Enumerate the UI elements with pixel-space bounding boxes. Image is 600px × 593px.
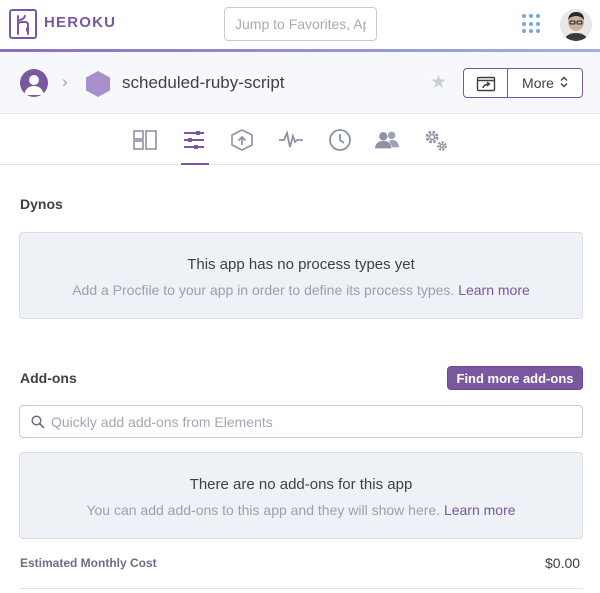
app-hexagon-icon <box>85 70 111 103</box>
tab-metrics[interactable] <box>278 128 304 152</box>
addons-empty-sub-text: You can add add-ons to this app and they… <box>86 502 441 518</box>
search-icon <box>31 415 45 429</box>
dynos-empty-description: Add a Procfile to your app in order to d… <box>20 282 582 298</box>
activity-clock-icon <box>329 129 351 151</box>
tab-settings[interactable] <box>423 128 449 152</box>
addons-empty-description: You can add add-ons to this app and they… <box>20 502 582 518</box>
top-navbar: HEROKU <box>0 0 600 52</box>
addons-empty-headline: There are no add-ons for this app <box>189 476 413 493</box>
heroku-logo-icon[interactable] <box>9 9 37 39</box>
addon-search-field <box>19 405 583 438</box>
tab-access[interactable] <box>374 128 400 152</box>
deploy-icon <box>231 129 253 151</box>
active-tab-indicator <box>181 163 209 165</box>
divider <box>19 588 583 589</box>
tab-activity[interactable] <box>327 128 353 152</box>
settings-gears-icon <box>425 130 447 151</box>
brand-name[interactable]: HEROKU <box>44 14 116 31</box>
app-tabs <box>0 114 600 165</box>
dynos-empty-headline: This app has no process types yet <box>187 256 415 273</box>
access-users-icon <box>374 131 400 149</box>
favorite-star-icon[interactable]: ★ <box>430 71 447 94</box>
tab-overview[interactable] <box>132 128 158 152</box>
addon-search-input[interactable] <box>51 406 571 437</box>
breadcrumb-chevron-icon: › <box>62 72 68 91</box>
more-label: More <box>522 75 554 91</box>
find-more-addons-button[interactable]: Find more add-ons <box>447 366 583 390</box>
dynos-empty-sub-text: Add a Procfile to your app in order to d… <box>72 282 455 298</box>
chevron-updown-icon <box>560 76 568 91</box>
dynos-section-title: Dynos <box>20 196 63 212</box>
jump-to-search-input[interactable] <box>224 7 377 41</box>
addons-empty-state: There are no add-ons for this app You ca… <box>19 452 583 539</box>
estimated-monthly-cost-label: Estimated Monthly Cost <box>20 556 157 570</box>
more-dropdown-button[interactable]: More <box>508 69 582 97</box>
open-app-button[interactable] <box>464 69 508 97</box>
user-avatar[interactable] <box>560 9 592 41</box>
app-actions-group: More <box>463 68 583 98</box>
app-name[interactable]: scheduled-ruby-script <box>122 73 285 93</box>
resources-icon <box>184 131 204 149</box>
dynos-empty-state: This app has no process types yet Add a … <box>19 232 583 319</box>
apps-grid-icon[interactable] <box>522 14 542 34</box>
dynos-learn-more-link[interactable]: Learn more <box>458 282 530 298</box>
metrics-icon <box>279 130 303 148</box>
tab-deploy[interactable] <box>229 128 255 152</box>
addons-learn-more-link[interactable]: Learn more <box>444 502 516 518</box>
personal-account-icon[interactable] <box>20 69 48 97</box>
estimated-monthly-cost-value: $0.00 <box>545 555 581 571</box>
tab-resources[interactable] <box>181 128 207 152</box>
overview-icon <box>133 130 157 150</box>
addons-section-title: Add-ons <box>20 370 77 386</box>
app-header: › scheduled-ruby-script ★ More <box>0 52 600 114</box>
open-app-icon <box>476 76 495 92</box>
